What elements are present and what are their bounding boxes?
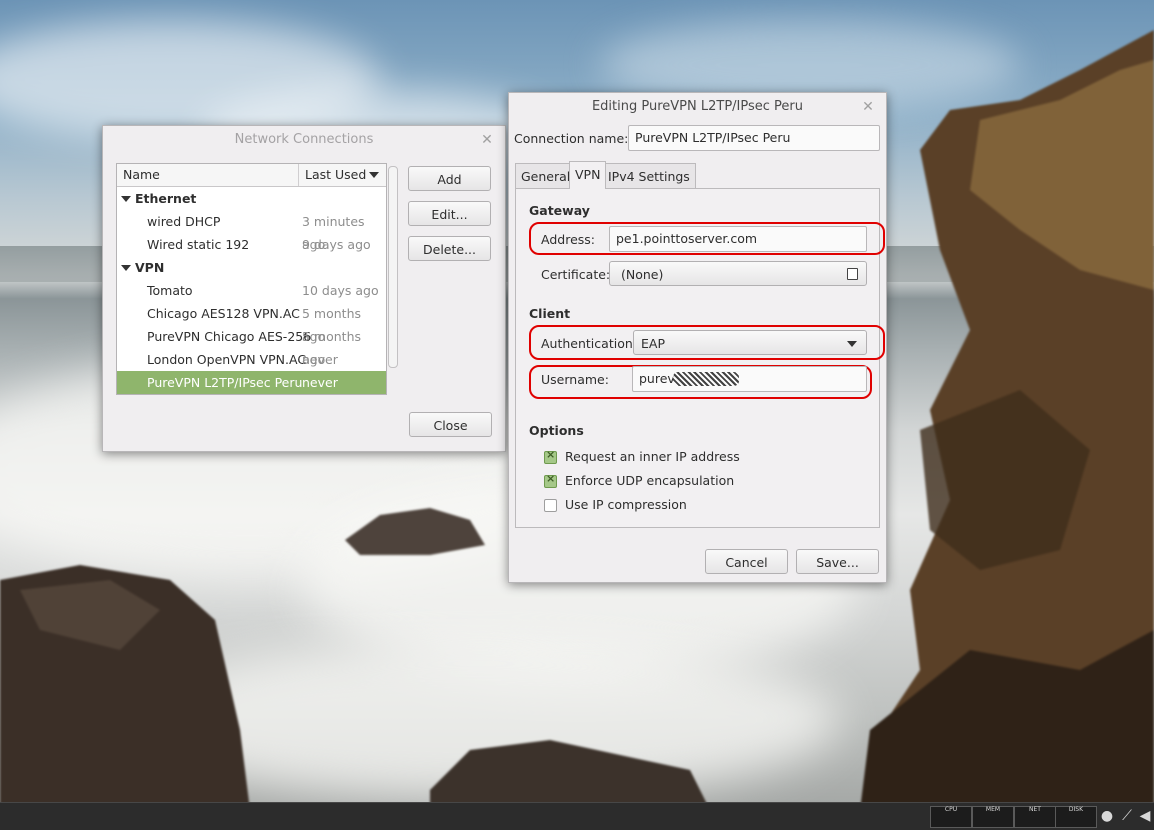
connection-last-used: never [302, 375, 338, 390]
username-field[interactable]: purev [632, 366, 867, 392]
list-scrollbar[interactable] [388, 166, 398, 368]
monitor-label: MEM [985, 806, 1001, 813]
titlebar[interactable]: Network Connections ✕ [103, 126, 505, 154]
option-label: Request an inner IP address [565, 449, 740, 464]
cpu-monitor[interactable]: CPU [930, 806, 972, 828]
close-icon[interactable]: ✕ [860, 93, 876, 121]
connection-name-field[interactable]: PureVPN L2TP/IPsec Peru [628, 125, 880, 151]
mem-monitor[interactable]: MEM [972, 806, 1014, 828]
titlebar[interactable]: Editing PureVPN L2TP/IPsec Peru ✕ [509, 93, 886, 121]
window-title: Editing PureVPN L2TP/IPsec Peru [591, 99, 804, 114]
client-heading: Client [529, 306, 571, 321]
username-value: purev [639, 371, 675, 386]
monitor-label: NET [1029, 806, 1041, 813]
list-item-selected[interactable]: PureVPN L2TP/IPsec Peru never [117, 371, 386, 394]
network-connections-window: Network Connections ✕ Name Last Used Eth… [102, 125, 506, 452]
chevron-down-icon [847, 341, 857, 347]
group-ethernet[interactable]: Ethernet [117, 187, 386, 210]
column-header-name[interactable]: Name [123, 167, 160, 182]
group-label: VPN [135, 260, 165, 275]
connection-name: Tomato [147, 283, 193, 298]
edit-connection-window: Editing PureVPN L2TP/IPsec Peru ✕ Connec… [508, 92, 887, 583]
column-header-last-used-label: Last Used [305, 167, 367, 182]
list-item[interactable]: Chicago AES128 VPN.AC 5 months ago [117, 302, 386, 344]
rock-bottom [430, 740, 710, 810]
list-item[interactable]: Tomato 10 days ago [117, 279, 386, 302]
tab-ipv4-settings[interactable]: IPv4 Settings [602, 163, 696, 189]
certificate-value: (None) [621, 267, 664, 282]
option-label: Enforce UDP encapsulation [565, 473, 735, 488]
certificate-chooser[interactable]: (None) [609, 261, 867, 286]
rock-left [0, 565, 250, 810]
authentication-dropdown[interactable]: EAP [633, 330, 867, 355]
expander-icon[interactable] [121, 265, 131, 271]
list-header: Name Last Used [117, 164, 386, 187]
file-chooser-icon [847, 268, 858, 280]
taskbar: CPU MEM NET DISK ● ⟋ ◀ [0, 802, 1154, 830]
volume-icon[interactable]: ◀ [1137, 808, 1153, 824]
edit-button[interactable]: Edit... [408, 201, 491, 226]
authentication-label: Authentication: [541, 336, 637, 351]
close-button[interactable]: Close [409, 412, 492, 437]
connection-last-used: never [302, 352, 338, 367]
connection-name: PureVPN L2TP/IPsec Peru [147, 375, 303, 390]
connection-name: London OpenVPN VPN.AC [147, 352, 307, 367]
vpn-tab-panel: Gateway Address: pe1.pointtoserver.com C… [515, 188, 885, 528]
connection-last-used: 9 days ago [302, 237, 371, 252]
gateway-heading: Gateway [529, 203, 590, 218]
connection-name-label: Connection name: [514, 131, 629, 146]
expander-icon[interactable] [121, 196, 131, 202]
connection-name: PureVPN Chicago AES-256 [147, 329, 312, 344]
connection-name: Chicago AES128 VPN.AC [147, 306, 300, 321]
rock-middle [345, 508, 485, 555]
delete-button[interactable]: Delete... [408, 236, 491, 261]
connection-name: Wired static 192 [147, 237, 250, 252]
checkbox-checked[interactable] [544, 448, 557, 464]
address-label: Address: [541, 232, 595, 247]
network-icon[interactable]: ⟋ [1119, 808, 1135, 824]
authentication-value: EAP [641, 336, 665, 351]
user-icon[interactable]: ● [1099, 808, 1115, 824]
cancel-button[interactable]: Cancel [705, 549, 788, 574]
connection-last-used: 10 days ago [302, 283, 379, 298]
checkbox-unchecked[interactable] [544, 499, 557, 512]
column-header-last-used[interactable]: Last Used [298, 164, 386, 186]
window-title: Network Connections [234, 132, 374, 147]
list-item[interactable]: Wired static 192 9 days ago [117, 233, 386, 256]
address-field[interactable]: pe1.pointtoserver.com [609, 226, 867, 252]
add-button[interactable]: Add [408, 166, 491, 191]
tab-vpn[interactable]: VPN [569, 161, 607, 189]
disk-monitor[interactable]: DISK [1055, 806, 1097, 828]
connections-list[interactable]: Name Last Used Ethernet wired DHCP 3 min… [116, 163, 387, 395]
checkbox-checked[interactable] [544, 472, 557, 488]
options-heading: Options [529, 423, 584, 438]
tab-general[interactable]: General [515, 163, 577, 189]
username-label: Username: [541, 372, 609, 387]
close-icon[interactable]: ✕ [479, 126, 495, 154]
option-label: Use IP compression [565, 497, 687, 512]
list-item[interactable]: PureVPN Chicago AES-256 5 months ago [117, 325, 386, 367]
connection-name: wired DHCP [147, 214, 221, 229]
monitor-label: DISK [1068, 806, 1084, 813]
net-monitor[interactable]: NET [1014, 806, 1056, 828]
save-button[interactable]: Save... [796, 549, 879, 574]
sort-arrow-icon [369, 172, 379, 178]
list-item[interactable]: London OpenVPN VPN.AC never [117, 348, 386, 371]
group-label: Ethernet [135, 191, 197, 206]
cliff-rock [860, 30, 1154, 810]
redaction-scribble [673, 372, 739, 386]
certificate-label: Certificate: [541, 267, 611, 282]
group-vpn[interactable]: VPN [117, 256, 386, 279]
list-item[interactable]: wired DHCP 3 minutes ago [117, 210, 386, 252]
monitor-label: CPU [944, 806, 958, 813]
